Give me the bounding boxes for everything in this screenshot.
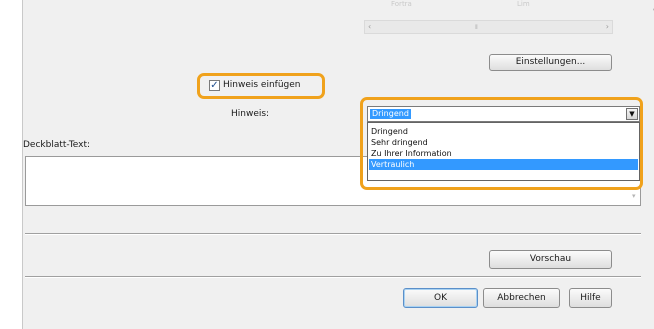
scroll-thumb[interactable]: ⦀ xyxy=(475,24,481,31)
faint-header-labels: Fortra Lim xyxy=(373,0,633,14)
note-label: Hinweis: xyxy=(231,109,270,119)
preview-button[interactable]: Vorschau xyxy=(489,250,612,269)
horizontal-scrollbar[interactable]: ‹ ⦀ › xyxy=(364,20,613,34)
note-selected-value[interactable]: Dringend xyxy=(370,109,411,119)
separator-line xyxy=(25,276,641,278)
faint-label-right: Lim xyxy=(517,0,530,8)
note-option[interactable]: Dringend xyxy=(369,126,638,137)
note-option-highlighted[interactable]: Vertraulich xyxy=(369,159,638,170)
insert-note-checkbox[interactable]: ✓ xyxy=(209,80,220,91)
separator-line xyxy=(25,233,641,235)
note-option[interactable]: Sehr dringend xyxy=(369,137,638,148)
settings-button[interactable]: Einstellungen... xyxy=(489,54,612,71)
scroll-left-icon[interactable]: ‹ xyxy=(368,22,371,32)
insert-note-label[interactable]: Hinweis einfügen xyxy=(223,80,301,90)
dropdown-arrow-icon[interactable]: ▼ xyxy=(626,108,638,120)
textarea-scroll-icon: ▾ xyxy=(632,192,636,200)
note-option[interactable]: Zu Ihrer Information xyxy=(369,148,638,159)
ok-button[interactable]: OK xyxy=(403,288,478,308)
print-settings-dialog: Fortra Lim • ‹ ⦀ › Einstellungen... ✓ Hi… xyxy=(22,0,654,329)
cancel-button[interactable]: Abbrechen xyxy=(483,288,560,308)
faint-label-left: Fortra xyxy=(391,0,412,8)
help-button[interactable]: Hilfe xyxy=(569,288,612,308)
note-combobox[interactable]: Dringend ▼ xyxy=(367,106,640,122)
cover-text-label: Deckblatt-Text: xyxy=(23,140,91,150)
scroll-right-icon[interactable]: › xyxy=(606,22,609,32)
note-dropdown-list: Dringend Sehr dringend Zu Ihrer Informat… xyxy=(367,122,640,181)
